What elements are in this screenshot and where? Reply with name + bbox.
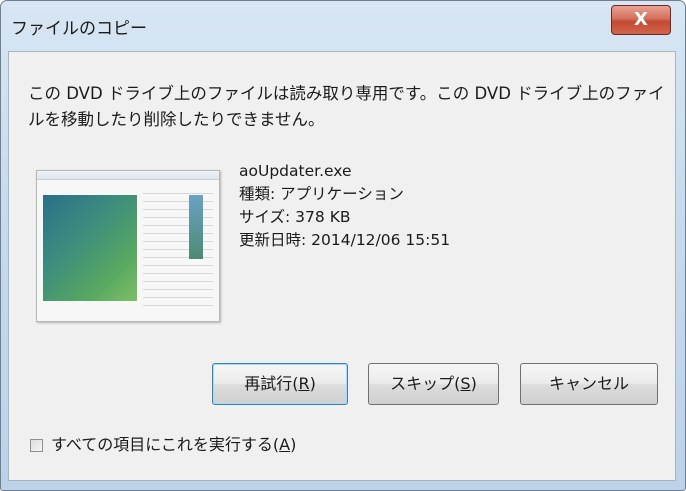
skip-accesskey: S	[460, 374, 471, 393]
file-type: 種類: アプリケーション	[239, 185, 404, 203]
thumbnail-sidebar	[189, 195, 203, 259]
file-size: サイズ: 378 KB	[239, 208, 351, 226]
retry-button[interactable]: 再試行(R)	[212, 363, 348, 405]
skip-label-end: )	[470, 374, 477, 393]
thumbnail-image	[43, 195, 137, 301]
skip-label: スキップ(	[390, 374, 461, 393]
apply-to-all-text-end: )	[290, 435, 297, 454]
thumbnail-titlebar	[37, 171, 219, 180]
close-button[interactable]: X	[611, 5, 671, 35]
cancel-button[interactable]: キャンセル	[520, 363, 658, 405]
file-modified: 更新日時: 2014/12/06 15:51	[239, 231, 451, 249]
readonly-message: この DVD ドライブ上のファイルは読み取り専用です。この DVD ドライブ上の…	[28, 84, 665, 129]
file-name: aoUpdater.exe	[239, 162, 352, 180]
retry-label-end: )	[309, 374, 316, 393]
cancel-label: キャンセル	[548, 374, 629, 393]
apply-to-all-label[interactable]: すべての項目にこれを実行する(A)	[51, 434, 296, 456]
file-thumbnail-icon	[36, 170, 220, 322]
window-title: ファイルのコピー	[11, 19, 147, 39]
skip-button[interactable]: スキップ(S)	[368, 363, 499, 405]
apply-to-all-accesskey: A	[279, 435, 291, 454]
retry-label: 再試行(	[244, 374, 299, 393]
apply-to-all-checkbox[interactable]	[30, 439, 43, 452]
apply-to-all-text: すべての項目にこれを実行する(	[51, 435, 280, 454]
retry-accesskey: R	[298, 374, 310, 393]
file-info: aoUpdater.exe 種類: アプリケーション サイズ: 378 KB 更…	[239, 160, 450, 252]
close-icon: X	[634, 9, 648, 30]
